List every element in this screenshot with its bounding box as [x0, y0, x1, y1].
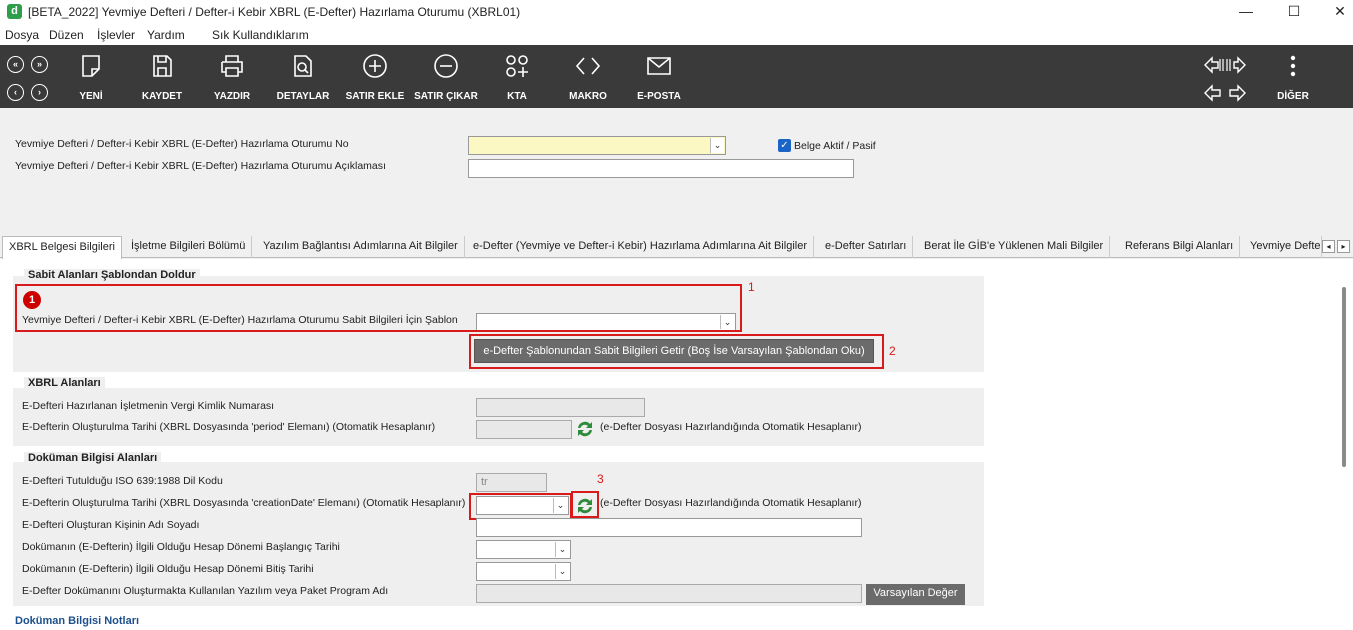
tab-edefter-hazirlama[interactable]: e-Defter (Yevmiye ve Defter-i Kebir) Haz… [467, 236, 814, 258]
print-icon [221, 55, 243, 77]
more-icon [1290, 55, 1296, 77]
print-button[interactable]: YAZDIR [207, 45, 257, 108]
doc-notes-title: Doküman Bilgisi Notları [15, 615, 140, 627]
toolbar: « » ‹ › YENİ KAYDET YAZDIR DETAYLAR SATI… [0, 45, 1353, 108]
minus-icon [434, 54, 458, 78]
minimize-button[interactable]: — [1223, 0, 1269, 24]
title-bar: d [BETA_2022] Yevmiye Defteri / Defter-i… [0, 0, 1353, 24]
chevron-down-icon[interactable]: ⌄ [555, 542, 569, 557]
menu-islevler[interactable]: İşlevler [97, 28, 135, 42]
app-icon: d [7, 4, 22, 19]
window-title: [BETA_2022] Yevmiye Defteri / Defter-i K… [28, 5, 521, 19]
period-end-label: Dokümanın (E-Defterin) İlgili Olduğu Hes… [22, 563, 314, 575]
annotation-number-1: 1 [748, 280, 755, 294]
vkn-label: E-Defteri Hazırlanan İşletmenin Vergi Ki… [22, 400, 275, 412]
annotation-number-3: 3 [597, 472, 604, 486]
lang-label: E-Defteri Tutulduğu ISO 639:1988 Dil Kod… [22, 475, 223, 487]
mail-icon [647, 57, 671, 75]
kta-icon [506, 55, 528, 77]
more-button[interactable]: DİĞER [1273, 45, 1313, 108]
menu-bar: Dosya Düzen İşlevler Yardım Sık Kullandı… [0, 24, 1353, 45]
tab-xbrl-belgesi[interactable]: XBRL Belgesi Bilgileri [2, 236, 122, 259]
period-label: E-Defterin Oluşturulma Tarihi (XBRL Dosy… [22, 421, 436, 433]
tab-scroll-right-icon[interactable]: ▸ [1337, 240, 1350, 253]
email-button[interactable]: E-POSTA [634, 45, 684, 108]
close-button[interactable]: ✕ [1317, 0, 1353, 24]
active-label: Belge Aktif / Pasif [794, 140, 876, 152]
plus-icon [363, 54, 387, 78]
creation-note: (e-Defter Dosyası Hazırlandığında Otomat… [600, 497, 862, 509]
software-input[interactable] [476, 584, 862, 603]
code-icon [575, 57, 601, 75]
menu-sik-kullandiklarim[interactable]: Sık Kullandıklarım [212, 28, 309, 42]
annotation-box-2 [469, 334, 884, 369]
vkn-input[interactable] [476, 398, 645, 417]
save-button[interactable]: KAYDET [137, 45, 187, 108]
prev-record-icon[interactable]: ‹ [7, 84, 24, 101]
menu-yardim[interactable]: Yardım [147, 28, 185, 42]
header-panel: Yevmiye Defteri / Defter-i Kebir XBRL (E… [6, 114, 1347, 232]
doc-section-title: Doküman Bilgisi Alanları [24, 452, 162, 464]
tab-edefter-satirlari[interactable]: e-Defter Satırları [819, 236, 914, 258]
default-value-button[interactable]: Varsayılan Değer [866, 584, 965, 605]
active-checkbox[interactable]: ✓ [778, 139, 791, 152]
menu-duzen[interactable]: Düzen [49, 28, 84, 42]
annotation-number-2: 2 [889, 344, 896, 358]
creator-label: E-Defteri Oluşturan Kişinin Adı Soyadı [22, 519, 200, 531]
annotation-box-3b [571, 491, 599, 518]
new-icon [82, 55, 100, 77]
prev-next-arrows-icon[interactable] [1203, 84, 1247, 102]
details-button[interactable]: DETAYLAR [273, 45, 333, 108]
tab-isletme-bilgileri[interactable]: İşletme Bilgileri Bölümü [125, 236, 253, 258]
add-row-button[interactable]: SATIR EKLE [343, 45, 407, 108]
first-record-icon[interactable]: « [7, 56, 24, 73]
creation-label: E-Defterin Oluşturulma Tarihi (XBRL Dosy… [22, 497, 466, 509]
period-end-select[interactable]: ⌄ [476, 562, 571, 581]
annotation-box-3a [469, 493, 572, 520]
period-start-select[interactable]: ⌄ [476, 540, 571, 559]
session-desc-input[interactable] [468, 159, 854, 178]
kta-button[interactable]: KTA [492, 45, 542, 108]
first-last-arrows-icon[interactable] [1203, 56, 1247, 74]
remove-row-button[interactable]: SATIR ÇIKAR [412, 45, 480, 108]
lang-input[interactable]: tr [476, 473, 547, 492]
period-input[interactable] [476, 420, 572, 439]
macro-button[interactable]: MAKRO [563, 45, 613, 108]
maximize-button[interactable]: ☐ [1271, 0, 1317, 24]
template-section-title: Sabit Alanları Şablondan Doldur [24, 269, 200, 281]
next-record-icon[interactable]: › [31, 84, 48, 101]
period-note: (e-Defter Dosyası Hazırlandığında Otomat… [600, 421, 862, 433]
tab-yevmiye-defteri[interactable]: Yevmiye Defte [1244, 236, 1322, 258]
software-label: E-Defter Dokümanını Oluşturmakta Kullanı… [22, 585, 389, 597]
refresh-icon[interactable] [575, 419, 595, 439]
annotation-box-1 [15, 284, 742, 332]
save-icon [153, 55, 172, 77]
chevron-down-icon[interactable]: ⌄ [710, 138, 724, 153]
tab-scroll-left-icon[interactable]: ◂ [1322, 240, 1335, 253]
xbrl-section-title: XBRL Alanları [24, 377, 105, 389]
session-no-input[interactable]: ⌄ [468, 136, 726, 155]
details-icon [294, 55, 312, 77]
session-no-label: Yevmiye Defteri / Defter-i Kebir XBRL (E… [15, 138, 349, 150]
menu-dosya[interactable]: Dosya [5, 28, 39, 42]
tab-bar: XBRL Belgesi Bilgileri İşletme Bilgileri… [0, 236, 1353, 259]
tab-referans[interactable]: Referans Bilgi Alanları [1119, 236, 1241, 258]
session-desc-label: Yevmiye Defteri / Defter-i Kebir XBRL (E… [15, 160, 386, 172]
last-record-icon[interactable]: » [31, 56, 48, 73]
content-area: Sabit Alanları Şablondan Doldur 1 Yevmiy… [0, 259, 1353, 630]
tab-berat[interactable]: Berat İle GİB'e Yüklenen Mali Bilgiler [918, 236, 1111, 258]
new-button[interactable]: YENİ [66, 45, 116, 108]
chevron-down-icon[interactable]: ⌄ [555, 564, 569, 579]
tab-yazilim-baglantisi[interactable]: Yazılım Bağlantısı Adımlarına Ait Bilgil… [257, 236, 465, 258]
scrollbar-thumb[interactable] [1342, 287, 1346, 467]
creator-input[interactable] [476, 518, 862, 537]
period-start-label: Dokümanın (E-Defterin) İlgili Olduğu Hes… [22, 541, 340, 553]
vertical-scrollbar[interactable] [1337, 267, 1351, 627]
